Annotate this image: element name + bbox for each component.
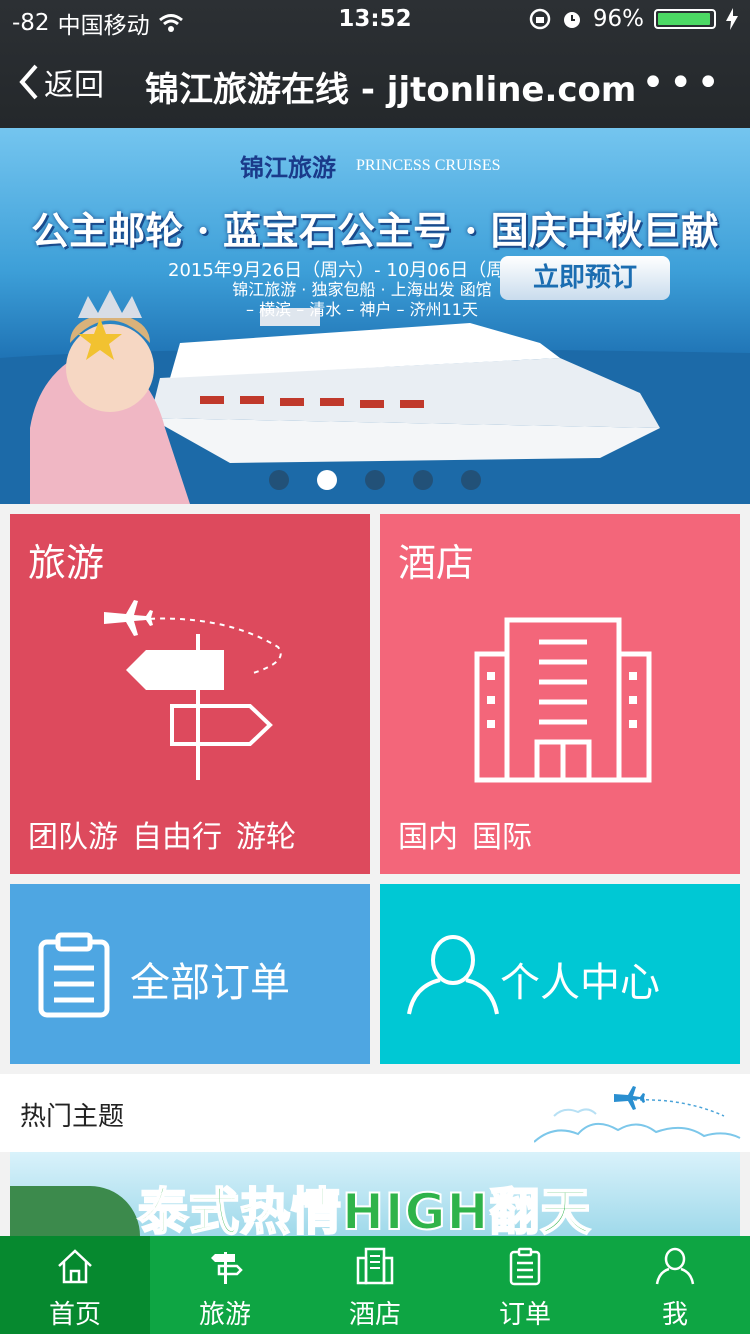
hotel-title: 酒店	[398, 541, 475, 585]
signpost-airplane-icon	[104, 600, 282, 780]
thailand-promo-banner[interactable]: 泰式热情HIGH翻天	[10, 1152, 740, 1236]
tab-orders-label: 订单	[498, 1300, 551, 1330]
charging-icon	[726, 8, 738, 30]
carousel-dot[interactable]	[269, 470, 289, 490]
book-now-button[interactable]: 立即预订	[500, 256, 670, 300]
nav-bar: 返回 锦江旅游在线 - jjtonline.com •••	[0, 40, 750, 128]
travel-tile[interactable]: 旅游 团队游 自由行 游轮	[10, 514, 370, 874]
more-menu-button[interactable]: •••	[641, 63, 724, 103]
promo-text: 泰式热情HIGH翻天	[137, 1182, 592, 1236]
travel-title: 旅游	[28, 541, 105, 585]
home-icon	[58, 1249, 92, 1284]
signpost-icon	[211, 1252, 243, 1284]
tab-me[interactable]: 我	[600, 1236, 750, 1334]
tab-orders[interactable]: 订单	[450, 1236, 600, 1334]
carousel-dot[interactable]	[365, 470, 385, 490]
tab-home[interactable]: 首页	[0, 1236, 150, 1334]
clipboard-icon	[38, 932, 110, 1018]
princess-cruises-logo: PRINCESS CRUISES	[356, 156, 501, 174]
tab-travel-label: 旅游	[198, 1300, 251, 1330]
back-label: 返回	[44, 68, 104, 103]
tab-me-label: 我	[661, 1300, 688, 1330]
banner-route: 锦江旅游 · 独家包船 · 上海出发 函馆 – 横滨 – 清水 – 神户 – 济…	[232, 280, 492, 319]
tab-home-label: 首页	[48, 1300, 101, 1330]
back-button[interactable]: 返回	[18, 60, 104, 104]
battery-percent: 96%	[592, 6, 644, 32]
carousel-dots	[0, 470, 750, 490]
promo-banner[interactable]: 锦江旅游 PRINCESS CRUISES 公主邮轮 · 蓝宝石公主号 · 国庆…	[0, 128, 750, 504]
page-title: 锦江旅游在线 - jjtonline.com	[145, 70, 637, 110]
cruise-link[interactable]: 游轮	[236, 812, 296, 856]
bottom-tab-bar: 首页 旅游 酒店 订单 我	[0, 1236, 750, 1334]
battery-icon	[654, 9, 716, 29]
personal-center-label: 个人中心	[500, 960, 660, 1006]
tab-travel[interactable]: 旅游	[150, 1236, 300, 1334]
domestic-hotel-link[interactable]: 国内	[398, 812, 458, 856]
airplane-clouds-icon	[534, 1086, 741, 1143]
group-tour-link[interactable]: 团队游	[28, 812, 118, 856]
carousel-dot[interactable]	[461, 470, 481, 490]
hotel-icon	[356, 1247, 394, 1285]
jinjiang-logo: 锦江旅游	[240, 154, 336, 182]
tab-hotel-label: 酒店	[348, 1300, 401, 1330]
hotel-building-icon	[474, 617, 652, 783]
clipboard-icon	[509, 1247, 541, 1286]
user-icon	[407, 935, 499, 1015]
travel-categories: 团队游 自由行 游轮	[28, 812, 296, 856]
user-icon	[655, 1247, 695, 1285]
personal-center-tile[interactable]: 个人中心	[380, 884, 740, 1064]
carousel-dot[interactable]	[413, 470, 433, 490]
hotel-tile[interactable]: 酒店 国内 国际	[380, 514, 740, 874]
top-bar: -82 中国移动 13:52 96% 返回 锦江旅游在线 - jjtonline…	[0, 0, 750, 128]
all-orders-tile[interactable]: 全部订单	[10, 884, 370, 1064]
all-orders-label: 全部订单	[130, 960, 290, 1006]
banner-headline: 公主邮轮 · 蓝宝石公主号 · 国庆中秋巨献	[31, 208, 719, 253]
international-hotel-link[interactable]: 国际	[472, 812, 532, 856]
chevron-left-icon	[19, 64, 38, 100]
hot-topics-title: 热门主题	[20, 1102, 125, 1132]
alarm-icon	[563, 12, 580, 28]
status-bar: -82 中国移动 13:52 96%	[0, 0, 750, 40]
tab-hotel[interactable]: 酒店	[300, 1236, 450, 1334]
carousel-dot[interactable]	[317, 470, 337, 490]
independent-travel-link[interactable]: 自由行	[132, 812, 222, 856]
banner-dates: 2015年9月26日（周六）- 10月06日（周二）	[168, 260, 541, 281]
hotel-categories: 国内 国际	[398, 812, 532, 856]
promo-hills	[10, 1186, 140, 1236]
hot-topics-header: 热门主题	[0, 1074, 750, 1152]
battery-fill	[658, 13, 710, 25]
rotation-lock-icon	[529, 8, 551, 30]
